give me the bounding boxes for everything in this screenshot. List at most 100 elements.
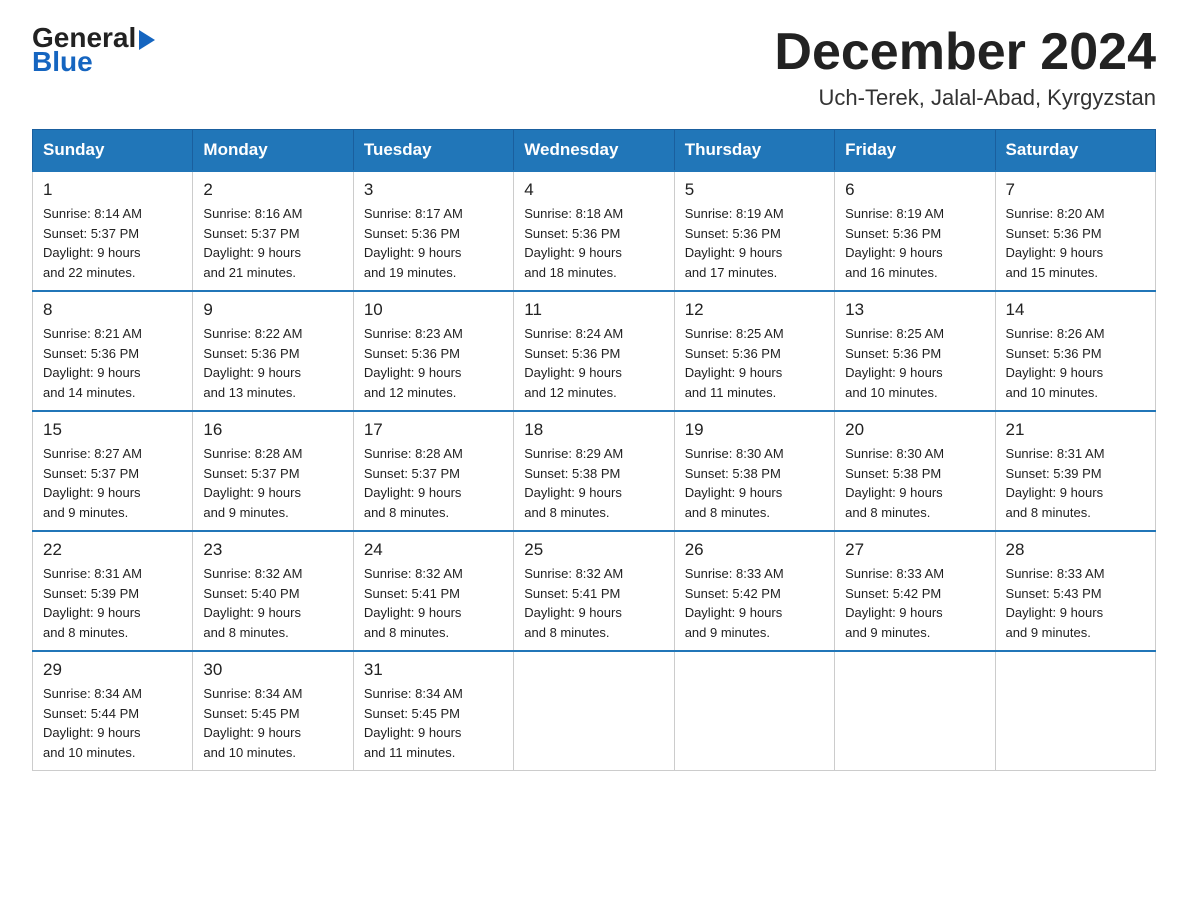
day-number: 21: [1006, 420, 1145, 440]
table-cell: 15 Sunrise: 8:27 AMSunset: 5:37 PMDaylig…: [33, 411, 193, 531]
day-info: Sunrise: 8:29 AMSunset: 5:38 PMDaylight:…: [524, 446, 623, 520]
table-cell: [835, 651, 995, 771]
day-info: Sunrise: 8:34 AMSunset: 5:45 PMDaylight:…: [364, 686, 463, 760]
col-tuesday: Tuesday: [353, 130, 513, 172]
col-friday: Friday: [835, 130, 995, 172]
table-cell: 12 Sunrise: 8:25 AMSunset: 5:36 PMDaylig…: [674, 291, 834, 411]
day-info: Sunrise: 8:17 AMSunset: 5:36 PMDaylight:…: [364, 206, 463, 280]
table-cell: 16 Sunrise: 8:28 AMSunset: 5:37 PMDaylig…: [193, 411, 353, 531]
table-cell: 14 Sunrise: 8:26 AMSunset: 5:36 PMDaylig…: [995, 291, 1155, 411]
day-number: 10: [364, 300, 503, 320]
table-cell: 21 Sunrise: 8:31 AMSunset: 5:39 PMDaylig…: [995, 411, 1155, 531]
day-number: 20: [845, 420, 984, 440]
day-number: 14: [1006, 300, 1145, 320]
table-cell: 18 Sunrise: 8:29 AMSunset: 5:38 PMDaylig…: [514, 411, 674, 531]
day-info: Sunrise: 8:30 AMSunset: 5:38 PMDaylight:…: [845, 446, 944, 520]
day-number: 25: [524, 540, 663, 560]
day-info: Sunrise: 8:26 AMSunset: 5:36 PMDaylight:…: [1006, 326, 1105, 400]
day-number: 4: [524, 180, 663, 200]
day-number: 16: [203, 420, 342, 440]
table-cell: 6 Sunrise: 8:19 AMSunset: 5:36 PMDayligh…: [835, 171, 995, 291]
day-number: 31: [364, 660, 503, 680]
title-block: December 2024 Uch-Terek, Jalal-Abad, Kyr…: [774, 24, 1156, 111]
table-cell: 13 Sunrise: 8:25 AMSunset: 5:36 PMDaylig…: [835, 291, 995, 411]
day-number: 5: [685, 180, 824, 200]
table-cell: 17 Sunrise: 8:28 AMSunset: 5:37 PMDaylig…: [353, 411, 513, 531]
table-cell: 31 Sunrise: 8:34 AMSunset: 5:45 PMDaylig…: [353, 651, 513, 771]
table-cell: 10 Sunrise: 8:23 AMSunset: 5:36 PMDaylig…: [353, 291, 513, 411]
table-cell: 26 Sunrise: 8:33 AMSunset: 5:42 PMDaylig…: [674, 531, 834, 651]
week-row-1: 1 Sunrise: 8:14 AMSunset: 5:37 PMDayligh…: [33, 171, 1156, 291]
table-cell: 4 Sunrise: 8:18 AMSunset: 5:36 PMDayligh…: [514, 171, 674, 291]
table-cell: 5 Sunrise: 8:19 AMSunset: 5:36 PMDayligh…: [674, 171, 834, 291]
day-info: Sunrise: 8:33 AMSunset: 5:43 PMDaylight:…: [1006, 566, 1105, 640]
subtitle: Uch-Terek, Jalal-Abad, Kyrgyzstan: [774, 85, 1156, 111]
col-wednesday: Wednesday: [514, 130, 674, 172]
logo-arrow-icon: [139, 30, 155, 50]
day-number: 13: [845, 300, 984, 320]
logo: General Blue: [32, 24, 155, 76]
day-number: 29: [43, 660, 182, 680]
week-row-4: 22 Sunrise: 8:31 AMSunset: 5:39 PMDaylig…: [33, 531, 1156, 651]
table-cell: 22 Sunrise: 8:31 AMSunset: 5:39 PMDaylig…: [33, 531, 193, 651]
main-title: December 2024: [774, 24, 1156, 81]
col-sunday: Sunday: [33, 130, 193, 172]
day-number: 17: [364, 420, 503, 440]
day-number: 24: [364, 540, 503, 560]
table-cell: 28 Sunrise: 8:33 AMSunset: 5:43 PMDaylig…: [995, 531, 1155, 651]
day-info: Sunrise: 8:23 AMSunset: 5:36 PMDaylight:…: [364, 326, 463, 400]
day-number: 3: [364, 180, 503, 200]
day-info: Sunrise: 8:28 AMSunset: 5:37 PMDaylight:…: [364, 446, 463, 520]
day-info: Sunrise: 8:30 AMSunset: 5:38 PMDaylight:…: [685, 446, 784, 520]
day-info: Sunrise: 8:31 AMSunset: 5:39 PMDaylight:…: [1006, 446, 1105, 520]
day-info: Sunrise: 8:33 AMSunset: 5:42 PMDaylight:…: [685, 566, 784, 640]
col-monday: Monday: [193, 130, 353, 172]
table-cell: 3 Sunrise: 8:17 AMSunset: 5:36 PMDayligh…: [353, 171, 513, 291]
day-info: Sunrise: 8:25 AMSunset: 5:36 PMDaylight:…: [685, 326, 784, 400]
table-cell: [674, 651, 834, 771]
table-cell: 2 Sunrise: 8:16 AMSunset: 5:37 PMDayligh…: [193, 171, 353, 291]
week-row-2: 8 Sunrise: 8:21 AMSunset: 5:36 PMDayligh…: [33, 291, 1156, 411]
day-number: 30: [203, 660, 342, 680]
day-number: 2: [203, 180, 342, 200]
day-number: 12: [685, 300, 824, 320]
table-cell: 27 Sunrise: 8:33 AMSunset: 5:42 PMDaylig…: [835, 531, 995, 651]
day-info: Sunrise: 8:28 AMSunset: 5:37 PMDaylight:…: [203, 446, 302, 520]
table-cell: [995, 651, 1155, 771]
week-row-5: 29 Sunrise: 8:34 AMSunset: 5:44 PMDaylig…: [33, 651, 1156, 771]
day-info: Sunrise: 8:24 AMSunset: 5:36 PMDaylight:…: [524, 326, 623, 400]
day-info: Sunrise: 8:31 AMSunset: 5:39 PMDaylight:…: [43, 566, 142, 640]
week-row-3: 15 Sunrise: 8:27 AMSunset: 5:37 PMDaylig…: [33, 411, 1156, 531]
day-number: 22: [43, 540, 182, 560]
table-cell: 9 Sunrise: 8:22 AMSunset: 5:36 PMDayligh…: [193, 291, 353, 411]
day-info: Sunrise: 8:32 AMSunset: 5:41 PMDaylight:…: [524, 566, 623, 640]
day-info: Sunrise: 8:32 AMSunset: 5:40 PMDaylight:…: [203, 566, 302, 640]
table-cell: 30 Sunrise: 8:34 AMSunset: 5:45 PMDaylig…: [193, 651, 353, 771]
page-header: General Blue December 2024 Uch-Terek, Ja…: [32, 24, 1156, 111]
col-thursday: Thursday: [674, 130, 834, 172]
table-cell: 19 Sunrise: 8:30 AMSunset: 5:38 PMDaylig…: [674, 411, 834, 531]
day-info: Sunrise: 8:34 AMSunset: 5:44 PMDaylight:…: [43, 686, 142, 760]
calendar-table: Sunday Monday Tuesday Wednesday Thursday…: [32, 129, 1156, 771]
table-cell: [514, 651, 674, 771]
table-cell: 24 Sunrise: 8:32 AMSunset: 5:41 PMDaylig…: [353, 531, 513, 651]
day-number: 26: [685, 540, 824, 560]
table-cell: 1 Sunrise: 8:14 AMSunset: 5:37 PMDayligh…: [33, 171, 193, 291]
day-info: Sunrise: 8:33 AMSunset: 5:42 PMDaylight:…: [845, 566, 944, 640]
day-number: 8: [43, 300, 182, 320]
day-info: Sunrise: 8:19 AMSunset: 5:36 PMDaylight:…: [685, 206, 784, 280]
calendar-header-row: Sunday Monday Tuesday Wednesday Thursday…: [33, 130, 1156, 172]
day-number: 7: [1006, 180, 1145, 200]
day-info: Sunrise: 8:27 AMSunset: 5:37 PMDaylight:…: [43, 446, 142, 520]
table-cell: 23 Sunrise: 8:32 AMSunset: 5:40 PMDaylig…: [193, 531, 353, 651]
day-info: Sunrise: 8:32 AMSunset: 5:41 PMDaylight:…: [364, 566, 463, 640]
day-number: 9: [203, 300, 342, 320]
logo-blue: Blue: [32, 48, 93, 76]
day-info: Sunrise: 8:21 AMSunset: 5:36 PMDaylight:…: [43, 326, 142, 400]
day-number: 23: [203, 540, 342, 560]
day-number: 28: [1006, 540, 1145, 560]
day-info: Sunrise: 8:20 AMSunset: 5:36 PMDaylight:…: [1006, 206, 1105, 280]
day-info: Sunrise: 8:18 AMSunset: 5:36 PMDaylight:…: [524, 206, 623, 280]
day-info: Sunrise: 8:14 AMSunset: 5:37 PMDaylight:…: [43, 206, 142, 280]
col-saturday: Saturday: [995, 130, 1155, 172]
